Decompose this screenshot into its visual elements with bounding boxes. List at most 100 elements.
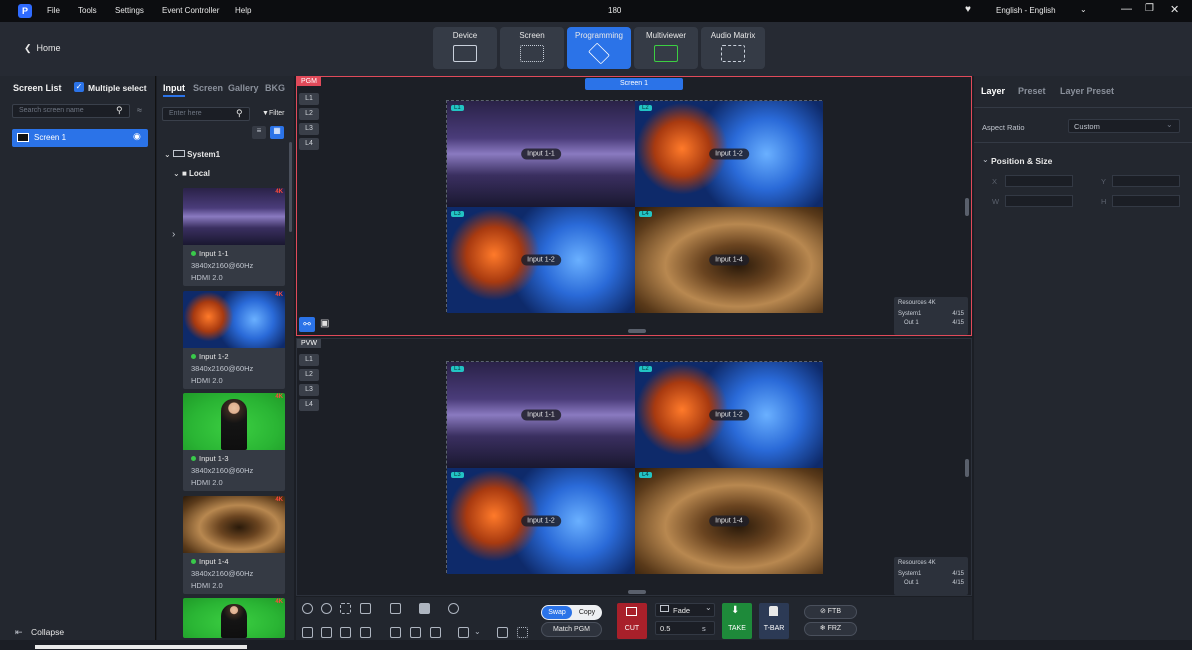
search-icon[interactable]: ⚲ [116, 105, 123, 116]
tab-input[interactable]: Input [163, 83, 185, 97]
layer-button-l2[interactable]: L2 [299, 108, 319, 120]
layout-columns-icon[interactable] [410, 627, 421, 638]
home-link[interactable]: ❮ Home [24, 43, 61, 54]
eye-hidden-icon[interactable]: ≈ [137, 105, 142, 115]
tab-audio-matrix[interactable]: Audio Matrix [701, 27, 765, 69]
layer-button-l4[interactable]: L4 [299, 138, 319, 150]
input-card[interactable]: 4K [183, 598, 285, 638]
layer-tile[interactable]: L1 Input 1-1 [447, 101, 635, 207]
w-input[interactable] [1005, 195, 1073, 207]
tree-local-node[interactable]: ⌄ ■ Local [173, 169, 210, 178]
input-card[interactable]: 4K Input 1-1 3840x2160@60Hz HDMI 2.0 [183, 188, 285, 286]
layer-button-l4[interactable]: L4 [299, 399, 319, 411]
chevron-right-icon[interactable]: › [172, 229, 175, 240]
h-input[interactable] [1112, 195, 1180, 207]
language-select[interactable]: English - English [996, 6, 1056, 15]
tree-system-node[interactable]: ⌄ System1 [164, 150, 220, 159]
frz-button[interactable]: ❄ FRZ [804, 622, 857, 636]
layer-button-l2[interactable]: L2 [299, 369, 319, 381]
layer-tile[interactable]: L4 Input 1-4 [635, 468, 823, 574]
layer-tile[interactable]: L2 Input 1-2 [635, 362, 823, 468]
tab-screen[interactable]: Screen [500, 27, 564, 69]
search-icon[interactable]: ⚲ [236, 108, 243, 119]
menu-event-controller[interactable]: Event Controller [162, 6, 219, 15]
layer-button-l3[interactable]: L3 [299, 123, 319, 135]
y-input[interactable] [1112, 175, 1180, 187]
pvw-scrollbar[interactable] [965, 459, 969, 477]
layer-back-icon[interactable] [321, 627, 332, 638]
tab-layer[interactable]: Layer [981, 86, 1005, 96]
input-card[interactable]: 4K Input 1-2 3840x2160@60Hz HDMI 2.0 [183, 291, 285, 389]
restore-icon[interactable]: ❐ [1145, 3, 1154, 14]
copy-button[interactable]: Copy [574, 606, 600, 619]
pvw-canvas[interactable]: L1 Input 1-1 L2 Input 1-2 L3 Input 1-2 L4 In… [446, 361, 823, 574]
horizontal-scrollbar[interactable] [35, 645, 247, 649]
position-size-section[interactable]: Position & Size [991, 156, 1052, 166]
layer-button-l1[interactable]: L1 [299, 354, 319, 366]
swap-button[interactable]: Swap [542, 606, 572, 619]
eye-icon[interactable]: ◉ [133, 131, 141, 142]
tab-gallery[interactable]: Gallery [228, 83, 259, 93]
layout-split-icon[interactable] [390, 627, 401, 638]
source-scrollbar[interactable] [289, 142, 292, 232]
match-pgm-button[interactable]: Match PGM [541, 622, 602, 637]
zoom-in-icon[interactable] [321, 603, 332, 614]
filter-button[interactable]: ▼Filter [262, 110, 285, 117]
fullscreen-icon[interactable] [360, 603, 371, 614]
layer-front-icon[interactable] [302, 627, 313, 638]
template-icon[interactable] [458, 627, 469, 638]
chevron-down-icon[interactable]: ⌄ [1080, 5, 1087, 14]
collapse-icon[interactable]: ⇤ [15, 627, 23, 638]
zoom-out-icon[interactable] [302, 603, 313, 614]
tab-multiviewer[interactable]: Multiviewer [634, 27, 698, 69]
close-icon[interactable]: ✕ [1170, 3, 1179, 16]
collapse-button[interactable]: Collapse [31, 627, 64, 637]
layer-button-l1[interactable]: L1 [299, 93, 319, 105]
layer-tile[interactable]: L1 Input 1-1 [447, 362, 635, 468]
layer-tile[interactable]: L3 Input 1-2 [447, 207, 635, 313]
screen-name-tab[interactable]: Screen 1 [585, 78, 683, 90]
layer-forward-icon[interactable] [340, 627, 351, 638]
camera-icon[interactable]: ▣ [320, 318, 329, 329]
menu-file[interactable]: File [47, 6, 60, 15]
ftb-button[interactable]: ⊘ FTB [804, 605, 857, 619]
pgm-scrollbar[interactable] [965, 198, 969, 216]
layer-tile[interactable]: L2 Input 1-2 [635, 101, 823, 207]
input-card[interactable]: 4K Input 1-3 3840x2160@60Hz HDMI 2.0 [183, 393, 285, 491]
chevron-down-icon[interactable]: ⌄ [982, 155, 989, 164]
tab-device[interactable]: Device [433, 27, 497, 69]
minimize-icon[interactable]: — [1121, 3, 1132, 15]
multiple-select-checkbox[interactable]: ✓ [74, 82, 84, 92]
pgm-canvas[interactable]: L1 Input 1-1 L2 Input 1-2 L3 Input 1-2 L4 In… [446, 100, 823, 313]
menu-settings[interactable]: Settings [115, 6, 144, 15]
tab-preset[interactable]: Preset [1018, 86, 1046, 96]
menu-tools[interactable]: Tools [78, 6, 97, 15]
lock-all-icon[interactable] [419, 603, 430, 614]
chevron-down-icon[interactable]: ⌄ [474, 627, 481, 636]
tab-screen-source[interactable]: Screen [193, 83, 223, 93]
layout-quad-icon[interactable] [430, 627, 441, 638]
window-icon[interactable] [497, 627, 508, 638]
tab-layer-preset[interactable]: Layer Preset [1060, 86, 1114, 96]
shirt-icon[interactable]: ♥ [965, 4, 971, 15]
layer-backward-icon[interactable] [360, 627, 371, 638]
menu-help[interactable]: Help [235, 6, 251, 15]
input-card[interactable]: 4K Input 1-4 3840x2160@60Hz HDMI 2.0 [183, 496, 285, 594]
mask-icon[interactable] [517, 627, 528, 638]
align-icon[interactable] [390, 603, 401, 614]
lock-icon[interactable]: ⚯ [299, 317, 315, 332]
fit-screen-icon[interactable] [340, 603, 351, 614]
sync-icon[interactable] [448, 603, 459, 614]
tab-bkg[interactable]: BKG [265, 83, 285, 93]
layer-tile[interactable]: L4 Input 1-4 [635, 207, 823, 313]
tab-programming[interactable]: Programming [567, 27, 631, 69]
screen-list-item[interactable]: Screen 1 [12, 129, 148, 147]
resize-handle[interactable] [628, 590, 646, 594]
screen-search-input[interactable]: Search screen name [12, 104, 130, 118]
grid-view-icon[interactable]: ▦ [270, 126, 284, 139]
layer-tile[interactable]: L3 Input 1-2 [447, 468, 635, 574]
resize-handle[interactable] [628, 329, 646, 333]
layer-button-l3[interactable]: L3 [299, 384, 319, 396]
x-input[interactable] [1005, 175, 1073, 187]
list-view-icon[interactable]: ≡ [252, 126, 266, 139]
